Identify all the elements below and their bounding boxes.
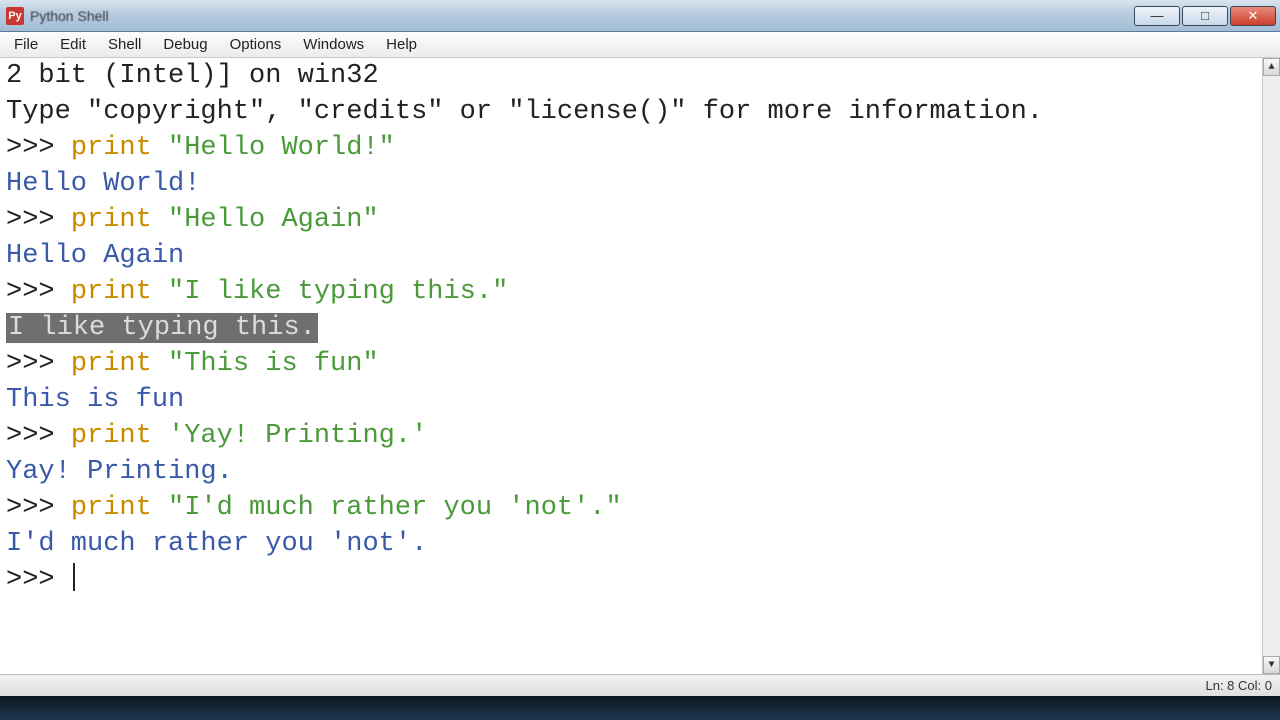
status-position: Ln: 8 Col: 0 xyxy=(1206,678,1273,693)
menu-windows[interactable]: Windows xyxy=(293,34,374,55)
vertical-scrollbar[interactable]: ▲ ▼ xyxy=(1262,58,1280,674)
menu-options[interactable]: Options xyxy=(220,34,292,55)
menu-bar: File Edit Shell Debug Options Windows He… xyxy=(0,32,1280,58)
window-titlebar: Py Python Shell — □ ✕ xyxy=(0,0,1280,32)
selected-text: I like typing this. xyxy=(6,313,318,343)
status-bar: Ln: 8 Col: 0 xyxy=(0,674,1280,696)
maximize-button[interactable]: □ xyxy=(1182,6,1228,26)
desktop-edge xyxy=(0,696,1280,720)
menu-shell[interactable]: Shell xyxy=(98,34,151,55)
shell-text[interactable]: 2 bit (Intel)] on win32 Type "copyright"… xyxy=(0,58,1280,674)
close-button[interactable]: ✕ xyxy=(1230,6,1276,26)
minimize-button[interactable]: — xyxy=(1134,6,1180,26)
menu-debug[interactable]: Debug xyxy=(153,34,217,55)
shell-area: 2 bit (Intel)] on win32 Type "copyright"… xyxy=(0,58,1280,696)
scroll-up-button[interactable]: ▲ xyxy=(1263,58,1280,76)
scroll-down-button[interactable]: ▼ xyxy=(1263,656,1280,674)
menu-help[interactable]: Help xyxy=(376,34,427,55)
menu-file[interactable]: File xyxy=(4,34,48,55)
menu-edit[interactable]: Edit xyxy=(50,34,96,55)
text-cursor xyxy=(73,563,75,591)
window-title: Python Shell xyxy=(30,8,109,24)
app-icon: Py xyxy=(6,7,24,25)
window-buttons: — □ ✕ xyxy=(1134,6,1276,26)
